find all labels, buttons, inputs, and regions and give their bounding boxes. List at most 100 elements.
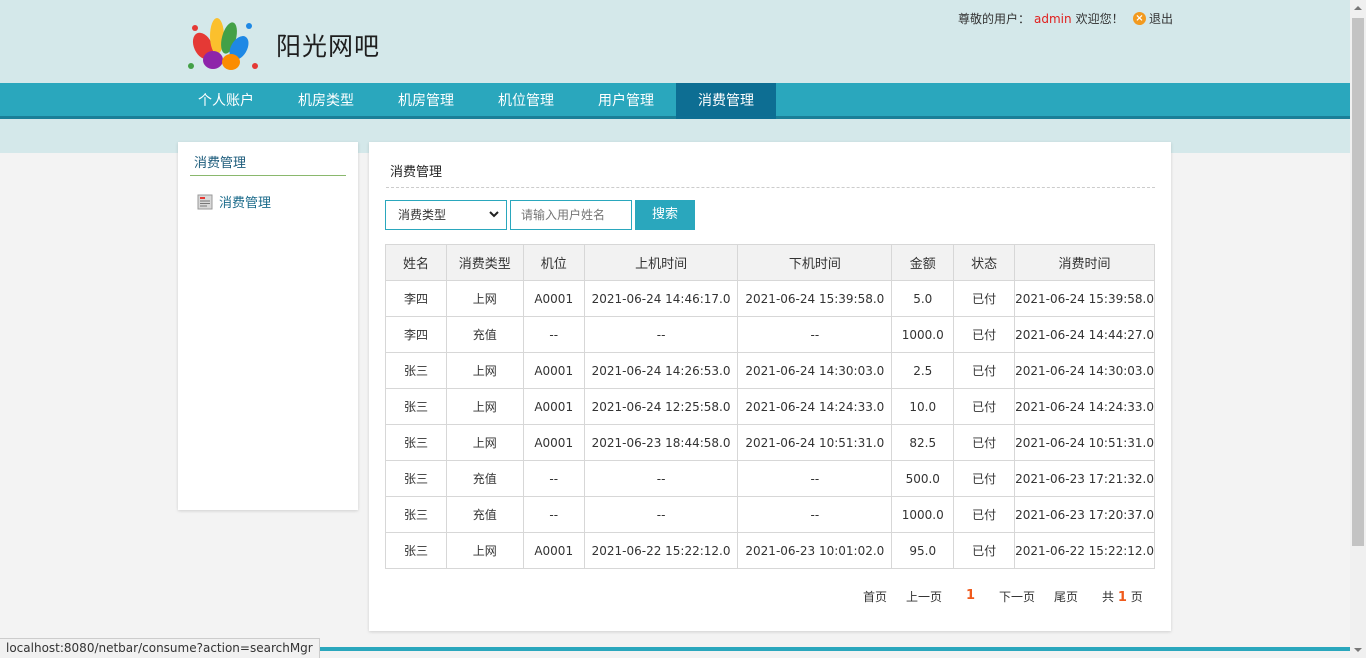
cell-name: 李四 (385, 316, 447, 353)
nav-item-consumption[interactable]: 消费管理 (676, 83, 776, 119)
column-header: 上机时间 (583, 244, 739, 281)
table-header-row: 姓名 消费类型 机位 上机时间 下机时间 金额 状态 消费时间 (385, 244, 1155, 281)
table-row: 张三 充值 -- -- -- 500.0 已付 2021-06-23 17:21:32.0 (385, 460, 1155, 497)
greeting-suffix: 欢迎您！ (1075, 12, 1124, 26)
cell-end-time: 2021-06-24 10:51:31.0 (737, 424, 893, 461)
cell-amount: 5.0 (891, 280, 955, 317)
cell-seat: -- (522, 316, 585, 353)
cell-status: 已付 (953, 280, 1016, 317)
column-header: 状态 (953, 244, 1016, 281)
page-total-suffix: 页 (1130, 590, 1143, 604)
column-header: 消费类型 (445, 244, 524, 281)
cell-type: 充值 (445, 316, 524, 353)
cell-amount: 500.0 (891, 460, 955, 497)
page-title: 消费管理 (390, 165, 443, 180)
search-button[interactable]: 搜索 (635, 200, 695, 230)
cell-name: 李四 (385, 280, 447, 317)
cell-start-time: -- (583, 496, 739, 533)
consumption-table: 姓名 消费类型 机位 上机时间 下机时间 金额 状态 消费时间 李四 上网 A000… (385, 244, 1155, 569)
select-value: 消费类型 (398, 208, 447, 222)
table-row: 张三 上网 A0001 2021-06-23 18:44:58.0 2021-06-24… (385, 424, 1155, 461)
username-search-input[interactable] (510, 200, 632, 230)
sidebar: 消费管理 消费管理 (178, 142, 358, 510)
cell-seat: A0001 (522, 388, 585, 425)
cell-seat: A0001 (522, 532, 585, 569)
cell-name: 张三 (385, 532, 447, 569)
page-total: 共 1 页 (1102, 588, 1143, 605)
table-row: 张三 上网 A0001 2021-06-22 15:22:12.0 2021-06-23… (385, 532, 1155, 569)
logout-label: 退出 (1149, 12, 1174, 26)
sidebar-divider (190, 175, 346, 176)
scroll-up-arrow-icon[interactable] (1354, 4, 1362, 12)
cell-seat: A0001 (522, 352, 585, 389)
cell-seat: A0001 (522, 280, 585, 317)
consume-type-select[interactable]: 消费类型 (385, 200, 507, 230)
cell-seat: -- (522, 460, 585, 497)
main-nav: 个人账户 机房类型 机房管理 机位管理 用户管理 消费管理 (0, 83, 1350, 119)
last-page-link[interactable]: 尾页 (1054, 588, 1078, 605)
main-panel: 消费管理 消费类型 搜索 姓名 消费类型 机位 上机时间 下机时间 金额 状态 … (369, 142, 1171, 631)
cell-end-time: 2021-06-24 15:39:58.0 (737, 280, 893, 317)
cell-amount: 2.5 (891, 352, 955, 389)
cell-consume-time: 2021-06-24 14:24:33.0 (1014, 388, 1155, 425)
table-row: 张三 上网 A0001 2021-06-24 12:25:58.0 2021-06-24… (385, 388, 1155, 425)
cell-type: 上网 (445, 424, 524, 461)
cell-status: 已付 (953, 424, 1016, 461)
table-row: 李四 充值 -- -- -- 1000.0 已付 2021-06-24 14:44:27.0 (385, 316, 1155, 353)
cell-start-time: 2021-06-24 12:25:58.0 (583, 388, 739, 425)
cell-type: 上网 (445, 532, 524, 569)
vertical-scrollbar[interactable] (1350, 0, 1366, 658)
nav-item-account[interactable]: 个人账户 (176, 83, 276, 119)
greeting-prefix: 尊敬的用户： (958, 12, 1031, 26)
cell-consume-time: 2021-06-24 10:51:31.0 (1014, 424, 1155, 461)
cell-seat: A0001 (522, 424, 585, 461)
cell-consume-time: 2021-06-24 14:30:03.0 (1014, 352, 1155, 389)
page-total-prefix: 共 (1102, 590, 1115, 604)
table-row: 张三 充值 -- -- -- 1000.0 已付 2021-06-23 17:20:37.0 (385, 496, 1155, 533)
cell-type: 上网 (445, 280, 524, 317)
cell-type: 上网 (445, 352, 524, 389)
prev-page-link[interactable]: 上一页 (906, 588, 942, 605)
footer-bar (306, 647, 1350, 651)
user-greeting: 尊敬的用户： admin 欢迎您！ (958, 10, 1124, 27)
sidebar-item-consumption[interactable]: 消费管理 (197, 192, 271, 211)
cell-amount: 1000.0 (891, 316, 955, 353)
cell-name: 张三 (385, 424, 447, 461)
first-page-link[interactable]: 首页 (863, 588, 887, 605)
table-row: 李四 上网 A0001 2021-06-24 14:46:17.0 2021-06-24… (385, 280, 1155, 317)
nav-item-seats[interactable]: 机位管理 (476, 83, 576, 119)
cell-amount: 10.0 (891, 388, 955, 425)
cell-start-time: 2021-06-23 18:44:58.0 (583, 424, 739, 461)
cell-seat: -- (522, 496, 585, 533)
cell-consume-time: 2021-06-23 17:21:32.0 (1014, 460, 1155, 497)
cell-name: 张三 (385, 388, 447, 425)
current-page-number[interactable]: 1 (966, 588, 975, 603)
cell-type: 上网 (445, 388, 524, 425)
cell-end-time: -- (737, 316, 893, 353)
cell-status: 已付 (953, 496, 1016, 533)
cell-status: 已付 (953, 388, 1016, 425)
column-header: 金额 (891, 244, 955, 281)
cell-status: 已付 (953, 532, 1016, 569)
nav-item-room-types[interactable]: 机房类型 (276, 83, 376, 119)
cell-consume-time: 2021-06-23 17:20:37.0 (1014, 496, 1155, 533)
sidebar-item-label: 消费管理 (219, 196, 272, 211)
cell-start-time: -- (583, 316, 739, 353)
scrollbar-thumb[interactable] (1352, 18, 1364, 546)
cell-start-time: 2021-06-24 14:46:17.0 (583, 280, 739, 317)
cell-type: 充值 (445, 460, 524, 497)
header: 阳光网吧 尊敬的用户： admin 欢迎您！ × 退出 (0, 0, 1350, 153)
chevron-down-icon (489, 211, 499, 218)
sidebar-title: 消费管理 (194, 156, 247, 171)
cell-start-time: -- (583, 460, 739, 497)
nav-item-users[interactable]: 用户管理 (576, 83, 676, 119)
cell-end-time: -- (737, 496, 893, 533)
logout-link[interactable]: × 退出 (1133, 10, 1173, 27)
cell-consume-time: 2021-06-24 15:39:58.0 (1014, 280, 1155, 317)
column-header: 下机时间 (737, 244, 893, 281)
cell-type: 充值 (445, 496, 524, 533)
scroll-down-arrow-icon[interactable] (1354, 646, 1362, 654)
cell-start-time: 2021-06-24 14:26:53.0 (583, 352, 739, 389)
next-page-link[interactable]: 下一页 (999, 588, 1035, 605)
nav-item-rooms[interactable]: 机房管理 (376, 83, 476, 119)
